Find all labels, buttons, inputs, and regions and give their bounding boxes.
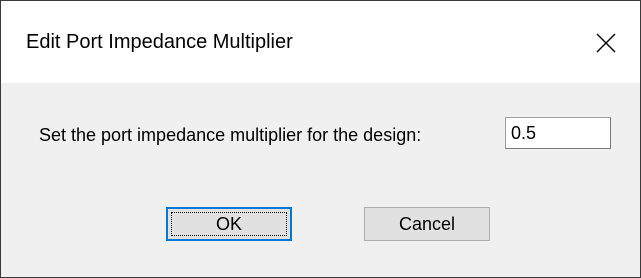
- cancel-button[interactable]: Cancel: [364, 207, 490, 241]
- close-icon: [595, 32, 617, 54]
- title-bar: Edit Port Impedance Multiplier: [1, 1, 640, 83]
- multiplier-prompt-label: Set the port impedance multiplier for th…: [39, 125, 422, 145]
- multiplier-input[interactable]: [505, 117, 611, 149]
- ok-button[interactable]: OK: [166, 207, 292, 241]
- ok-button-label: OK: [215, 213, 242, 234]
- edit-port-impedance-dialog: Edit Port Impedance Multiplier Set the p…: [0, 0, 641, 278]
- cancel-button-label: Cancel: [398, 213, 456, 234]
- dialog-title: Edit Port Impedance Multiplier: [26, 31, 293, 53]
- close-button[interactable]: [584, 21, 628, 65]
- dialog-body: Set the port impedance multiplier for th…: [1, 83, 640, 277]
